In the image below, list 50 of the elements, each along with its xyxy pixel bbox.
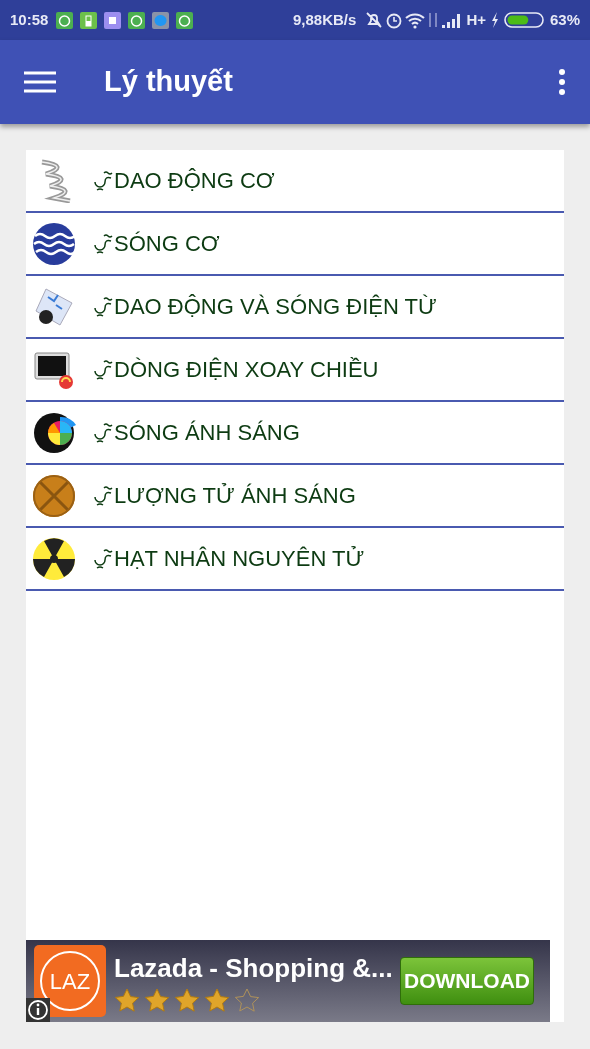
android-icon	[128, 11, 146, 29]
star-icon	[114, 988, 140, 1013]
overflow-menu-button[interactable]	[558, 68, 566, 96]
swirl-icon	[92, 484, 114, 507]
network-type: H+	[466, 9, 486, 30]
radiation-icon	[32, 536, 76, 581]
swirl-icon	[92, 421, 114, 444]
info-icon[interactable]	[26, 998, 50, 1022]
topic-row[interactable]: HẠT NHÂN NGUYÊN TỬ	[26, 528, 564, 591]
clock-time: 10:58	[10, 9, 49, 30]
wifi-icon	[404, 11, 427, 29]
empty-star-icon	[234, 988, 260, 1013]
topic-row[interactable]: DAO ĐỘNG CƠ	[26, 150, 564, 213]
swirl-icon	[92, 358, 114, 381]
square-icon	[104, 11, 122, 29]
topic-label: DAO ĐỘNG VÀ SÓNG ĐIỆN TỪ	[114, 293, 437, 321]
topic-label: DÒNG ĐIỆN XOAY CHIỀU	[114, 356, 379, 384]
signal-icon	[440, 12, 463, 28]
battery-icon	[80, 11, 98, 29]
star-icon	[174, 988, 200, 1013]
android-icon	[176, 11, 194, 29]
more-icon	[558, 68, 566, 96]
topic-row[interactable]: SÓNG ÁNH SÁNG	[26, 402, 564, 465]
waves-icon	[32, 221, 76, 266]
topic-row[interactable]: DAO ĐỘNG VÀ SÓNG ĐIỆN TỪ	[26, 276, 564, 339]
menu-button[interactable]	[24, 69, 56, 95]
swirl-icon	[92, 295, 114, 318]
menu-icon	[24, 70, 56, 95]
screen-title: Lý thuyết	[104, 64, 233, 100]
ad-title: Lazada - Shopping &...	[114, 952, 393, 985]
topic-row[interactable]: DÒNG ĐIỆN XOAY CHIỀU	[26, 339, 564, 402]
android-icon	[56, 11, 74, 29]
star-icon	[204, 988, 230, 1013]
bronze-disc-icon	[32, 473, 76, 518]
topic-label: SÓNG CƠ	[114, 230, 220, 258]
star-icon	[144, 988, 170, 1013]
topic-row[interactable]: LƯỢNG TỬ ÁNH SÁNG	[26, 465, 564, 528]
battery-percent: 63%	[549, 9, 580, 30]
charging-icon	[489, 11, 500, 29]
topic-label: HẠT NHÂN NGUYÊN TỬ	[114, 545, 365, 573]
topic-label: DAO ĐỘNG CƠ	[114, 167, 275, 195]
topic-row[interactable]: SÓNG CƠ	[26, 213, 564, 276]
topic-label: SÓNG ÁNH SÁNG	[114, 419, 300, 447]
color-wheel-icon	[32, 410, 76, 455]
swirl-icon	[92, 547, 114, 570]
swirl-icon	[92, 169, 114, 192]
messenger-icon	[152, 11, 170, 29]
swirl-icon	[92, 232, 114, 255]
network-speed: 9,88KB/s	[293, 9, 357, 30]
topic-label: LƯỢNG TỬ ÁNH SÁNG	[114, 482, 356, 510]
